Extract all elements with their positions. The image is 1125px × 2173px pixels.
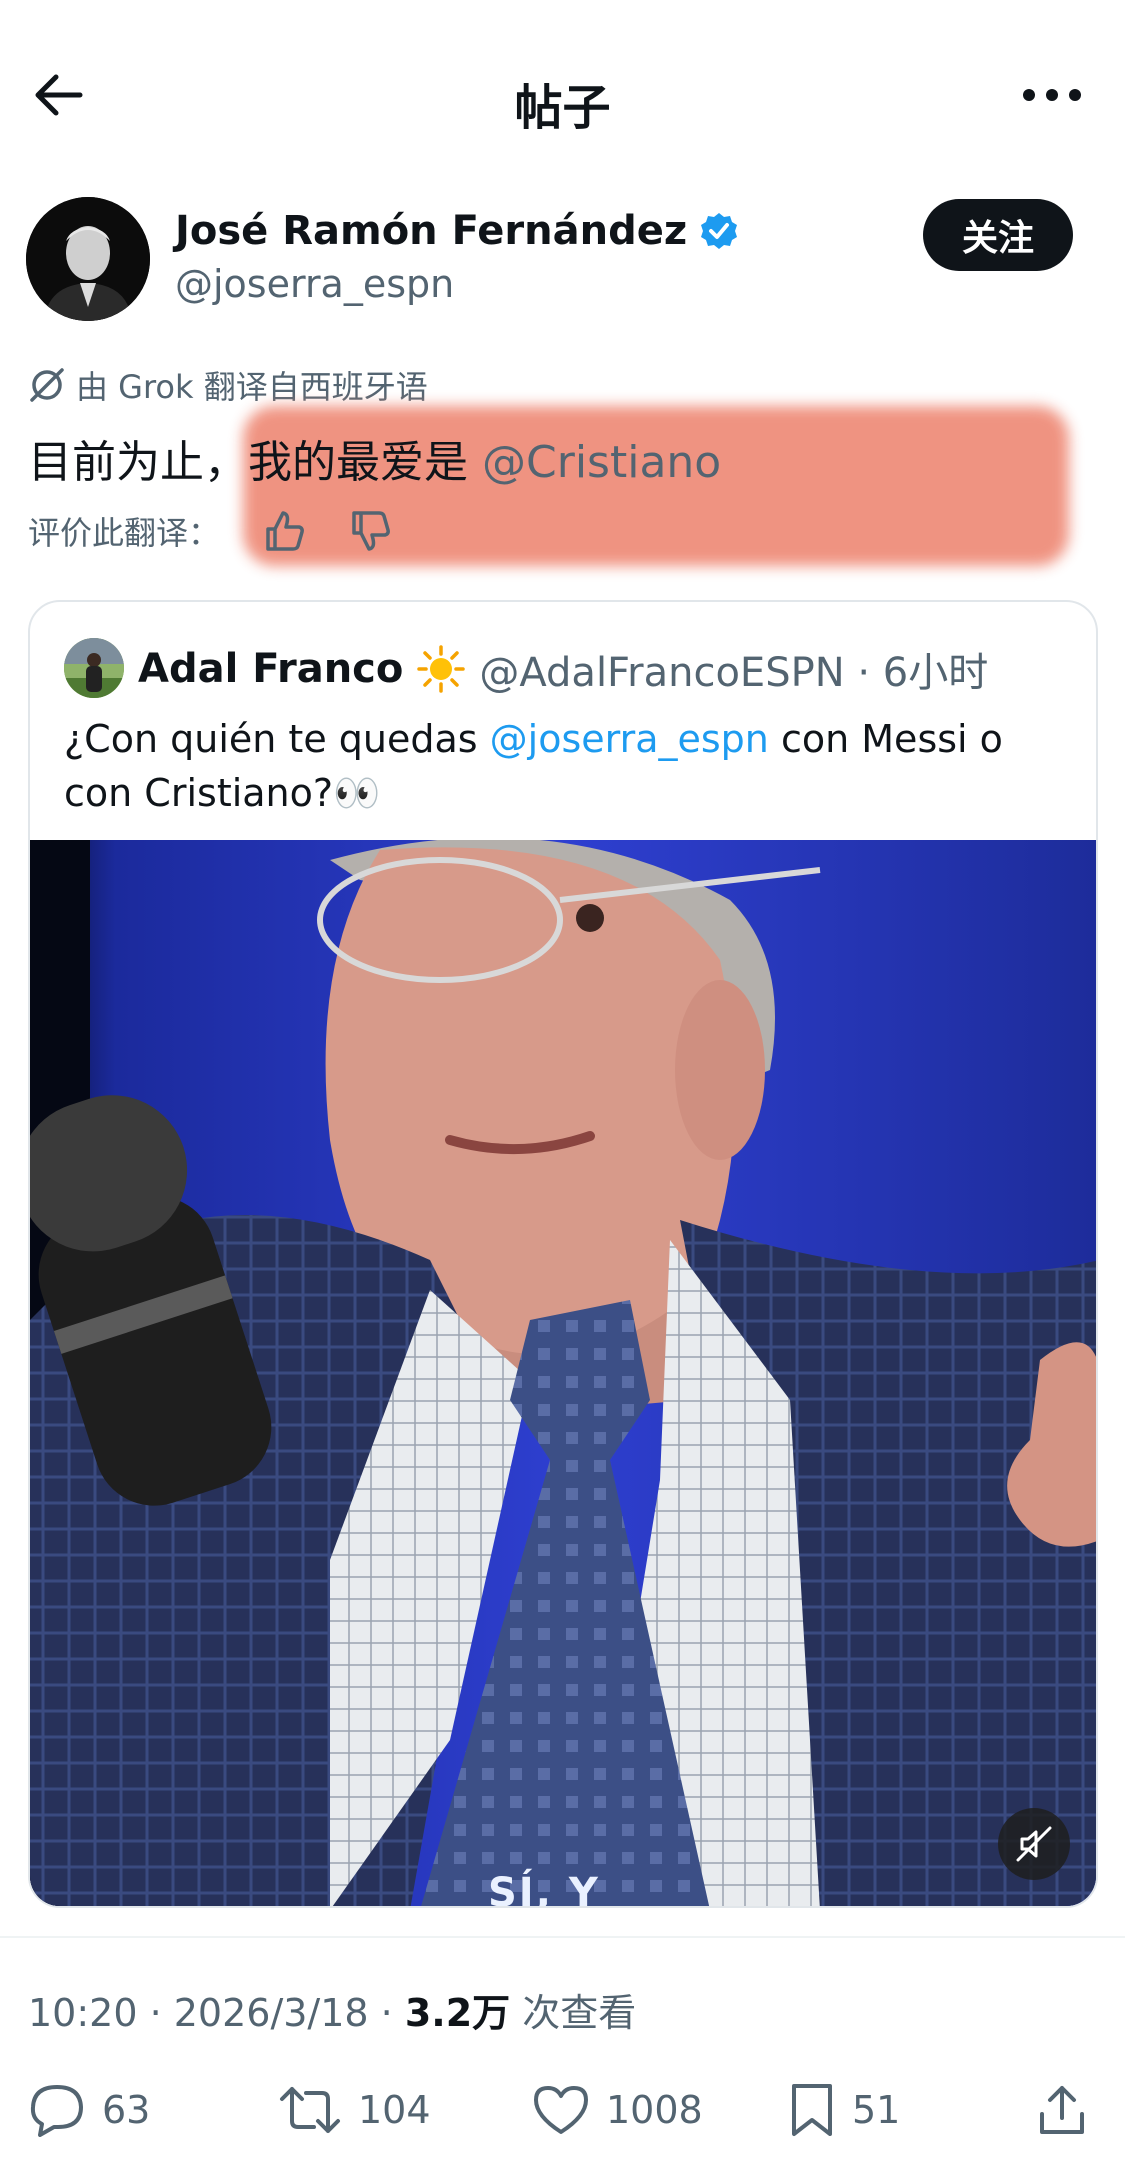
repost-button[interactable]: 104 — [278, 2075, 431, 2145]
author-name: José Ramón Fernández — [175, 208, 688, 254]
grok-translation-label: 由 Grok 翻译自西班牙语 — [28, 362, 428, 408]
quoted-author-avatar[interactable] — [64, 638, 124, 698]
view-count: 3.2万 — [404, 1991, 511, 2035]
tweet-text: 目前为止，我的最爱是 @Cristiano — [28, 426, 721, 490]
heart-icon — [534, 2086, 588, 2134]
quoted-text-part1: ¿Con quién te quedas — [64, 717, 490, 761]
view-suffix: 次查看 — [510, 1991, 637, 2035]
post-timestamp: 10:20 · 2026/3/18 · — [28, 1991, 405, 2035]
quoted-text: ¿Con quién te quedas @joserra_espn con M… — [64, 712, 1074, 820]
quoted-author-name[interactable]: Adal Franco — [138, 646, 403, 692]
author-avatar[interactable] — [26, 197, 150, 321]
sun-emoji-icon — [417, 645, 466, 693]
thumbs-down-button[interactable] — [342, 503, 398, 559]
reply-button[interactable]: 63 — [28, 2075, 150, 2145]
like-count: 1008 — [606, 2088, 703, 2132]
action-bar: 63 104 1008 51 — [0, 2075, 1125, 2145]
reply-icon — [30, 2085, 83, 2137]
bookmark-button[interactable]: 51 — [788, 2075, 900, 2145]
grok-label-text: 由 Grok 翻译自西班牙语 — [76, 368, 428, 406]
quoted-handle-time: @AdalFrancoESPN · 6小时 — [479, 650, 989, 696]
post-meta: 10:20 · 2026/3/18 · 3.2万 次查看 — [28, 1982, 636, 2037]
video-caption-fragment: SÍ, Y — [488, 1870, 600, 1908]
tweet-mention-link[interactable]: @Cristiano — [482, 437, 721, 488]
follow-button[interactable]: 关注 — [923, 199, 1073, 271]
top-bar: 帖子 — [0, 40, 1125, 150]
repost-count: 104 — [358, 2088, 431, 2132]
thumbs-up-icon — [266, 511, 304, 551]
bookmark-count: 51 — [852, 2088, 901, 2132]
grok-icon — [30, 368, 64, 402]
verified-badge-icon — [701, 213, 738, 249]
share-icon — [1040, 2086, 1084, 2134]
more-dots-icon — [1023, 89, 1081, 101]
more-options-button[interactable] — [1017, 65, 1087, 125]
video-player[interactable]: SÍ, Y — [30, 840, 1096, 1908]
quoted-mention-link[interactable]: @joserra_espn — [490, 717, 769, 761]
bookmark-icon — [792, 2084, 832, 2136]
thumbs-down-icon — [352, 511, 390, 551]
video-frame — [30, 840, 1096, 1906]
speaker-muted-icon — [1016, 1826, 1052, 1862]
tweet-text-main: 我的最爱是 — [248, 437, 482, 488]
author-handle[interactable]: @joserra_espn — [175, 262, 454, 306]
rate-translation-label: 评价此翻译： — [28, 514, 221, 552]
page-title: 帖子 — [514, 80, 611, 136]
author-name-row[interactable]: José Ramón Fernández — [175, 208, 739, 254]
share-button[interactable] — [1036, 2075, 1104, 2145]
reply-count: 63 — [102, 2088, 151, 2132]
repost-icon — [280, 2087, 340, 2133]
quoted-header: Adal Franco @AdalFrancoESPN · 6小时 — [138, 640, 988, 698]
tweet-text-prefix: 目前为止， — [28, 437, 248, 488]
divider — [0, 1936, 1125, 1938]
quoted-post-card[interactable]: Adal Franco @AdalFrancoESPN · 6小时 ¿Con q… — [28, 600, 1098, 1908]
mute-button[interactable] — [998, 1808, 1070, 1880]
like-button[interactable]: 1008 — [532, 2075, 703, 2145]
thumbs-up-button[interactable] — [256, 503, 312, 559]
